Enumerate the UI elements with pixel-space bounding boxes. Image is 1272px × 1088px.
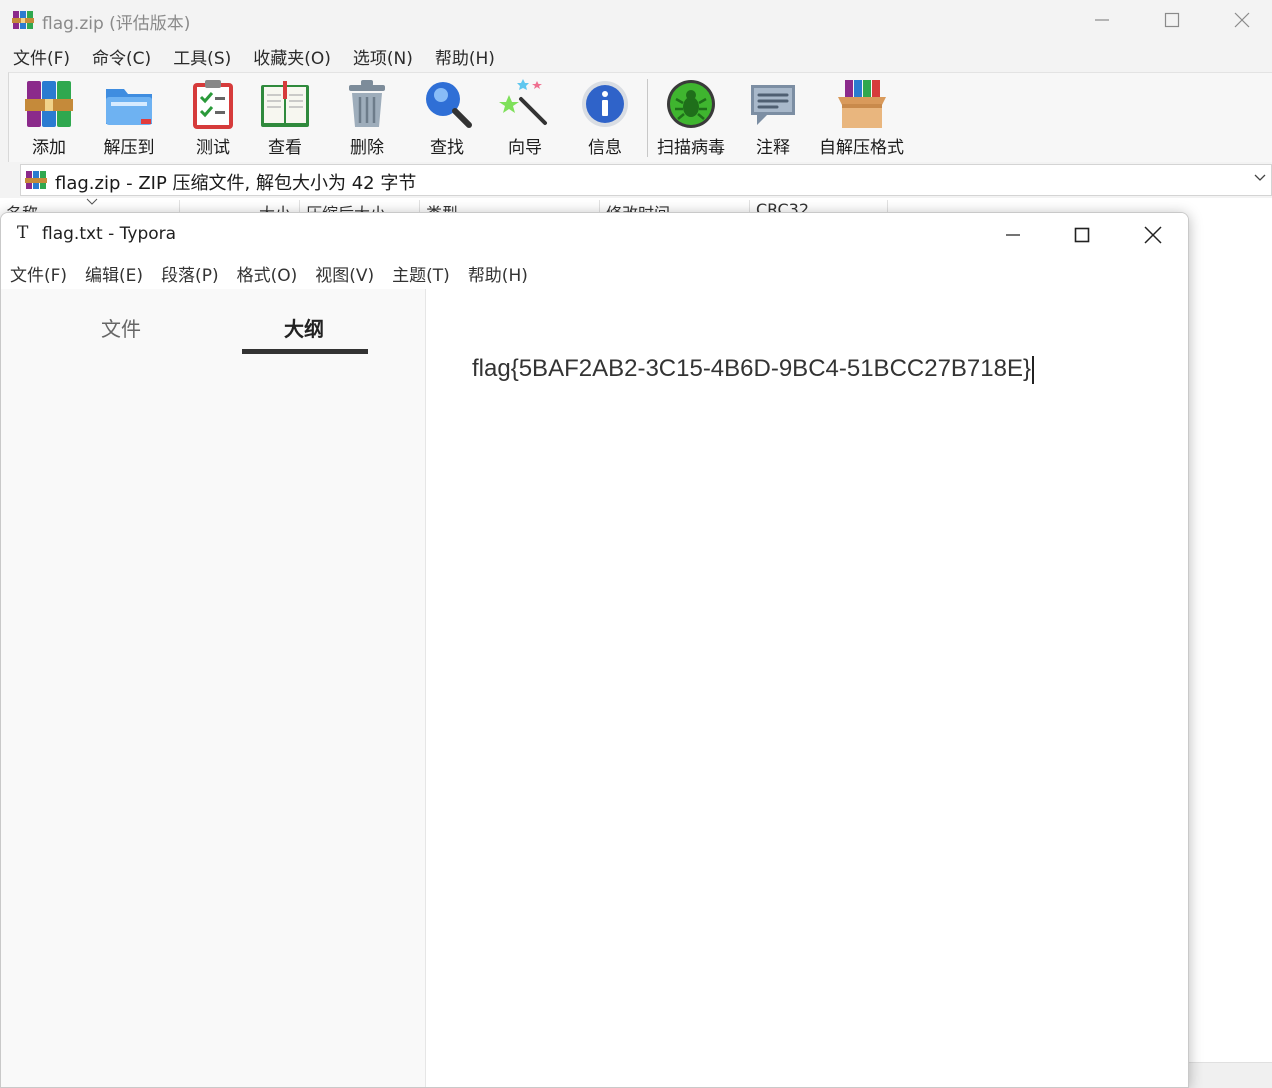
scan-virus-button[interactable]: 扫描病毒 [657,77,725,161]
menu-options[interactable]: 选项(N) [342,44,424,69]
sfx-box-icon [837,80,886,128]
view-label: 查看 [268,138,302,158]
status-bar [1188,1062,1272,1088]
typora-menu-theme[interactable]: 主题(T) [383,261,459,286]
zip-archive-icon [25,171,47,189]
info-icon [582,81,628,127]
minimize-icon [1095,19,1109,21]
toolbar-separator [647,79,648,157]
typora-titlebar: T flag.txt - Typora [1,213,1188,257]
close-icon [1234,12,1250,28]
wizard-button[interactable]: 向导 [499,77,551,161]
view-button[interactable]: 查看 [259,77,311,161]
typora-menu-file[interactable]: 文件(F) [1,261,76,286]
sfx-label: 自解压格式 [819,138,904,158]
tab-outline[interactable]: 大纲 [284,313,324,342]
address-text: flag.zip - ZIP 压缩文件, 解包大小为 42 字节 [55,173,417,194]
add-label: 添加 [32,138,66,158]
menu-favorites[interactable]: 收藏夹(O) [242,44,342,69]
typora-minimize-button[interactable] [978,213,1048,257]
maximize-button[interactable] [1137,0,1207,40]
delete-label: 删除 [350,138,384,158]
address-bar[interactable]: flag.zip - ZIP 压缩文件, 解包大小为 42 字节 [20,164,1272,196]
minimize-icon [1006,234,1020,236]
add-archive-icon [25,81,73,127]
menu-file[interactable]: 文件(F) [2,44,81,69]
test-label: 测试 [196,138,230,158]
typora-window: T flag.txt - Typora 文件(F) 编辑(E) 段落(P) 格式… [0,212,1189,1088]
editor-paragraph[interactable]: flag{5BAF2AB2-3C15-4B6D-9BC4-51BCC27B718… [472,355,1034,384]
winrar-books-icon [12,11,34,29]
info-button[interactable]: 信息 [579,77,631,161]
delete-button[interactable]: 删除 [341,77,393,161]
wizard-label: 向导 [508,138,542,158]
typora-menu-format[interactable]: 格式(O) [228,261,307,286]
add-button[interactable]: 添加 [23,77,75,161]
menu-command[interactable]: 命令(C) [81,44,162,69]
test-button[interactable]: 测试 [187,77,239,161]
typora-menu-view[interactable]: 视图(V) [306,261,383,286]
sort-arrow-icon [86,198,98,205]
magnifier-icon [426,82,472,128]
checklist-icon [193,80,233,129]
comment-button[interactable]: 注释 [747,77,799,161]
tab-files[interactable]: 文件 [101,313,141,342]
bug-icon [667,80,715,128]
find-label: 查找 [430,138,464,158]
open-book-icon [261,81,309,127]
typora-menu-help[interactable]: 帮助(H) [459,261,537,286]
winrar-titlebar: flag.zip (评估版本) [0,0,1272,40]
speech-bubble-icon [751,85,795,125]
typora-editor[interactable]: flag{5BAF2AB2-3C15-4B6D-9BC4-51BCC27B718… [427,289,1188,1087]
typora-menu-paragraph[interactable]: 段落(P) [152,261,228,286]
chevron-down-icon[interactable] [1253,171,1267,185]
typora-maximize-button[interactable] [1047,213,1117,257]
sfx-button[interactable]: 自解压格式 [819,77,904,161]
maximize-icon [1164,12,1180,28]
close-icon [1144,226,1162,244]
typora-sidebar: 文件 大纲 [1,289,426,1087]
folder-extract-icon [106,89,152,125]
active-tab-indicator [242,349,368,354]
find-button[interactable]: 查找 [421,77,473,161]
winrar-menubar: 文件(F) 命令(C) 工具(S) 收藏夹(O) 选项(N) 帮助(H) [0,40,1272,72]
magic-wand-icon [499,79,547,125]
close-button[interactable] [1207,0,1272,40]
scan-virus-label: 扫描病毒 [657,138,725,158]
flag-text[interactable]: flag{5BAF2AB2-3C15-4B6D-9BC4-51BCC27B718… [472,355,1031,382]
menu-tools[interactable]: 工具(S) [162,44,242,69]
typora-logo-icon: T [17,223,29,243]
typora-close-button[interactable] [1118,213,1188,257]
typora-title: flag.txt - Typora [42,224,177,244]
comment-label: 注释 [756,138,790,158]
minimize-button[interactable] [1067,0,1137,40]
winrar-toolbar: 添加 解压到 测试 查看 删除 查找 向导 信息 扫描病毒 注释 自解压格式 [8,72,1272,162]
info-label: 信息 [588,138,622,158]
extract-to-button[interactable]: 解压到 [103,77,155,161]
extract-to-label: 解压到 [103,138,155,158]
text-cursor [1032,355,1034,384]
maximize-icon [1074,227,1090,243]
winrar-title: flag.zip (评估版本) [42,14,191,34]
typora-menubar: 文件(F) 编辑(E) 段落(P) 格式(O) 视图(V) 主题(T) 帮助(H… [1,257,1188,289]
menu-help[interactable]: 帮助(H) [424,44,506,69]
trash-icon [349,80,385,127]
typora-menu-edit[interactable]: 编辑(E) [76,261,152,286]
